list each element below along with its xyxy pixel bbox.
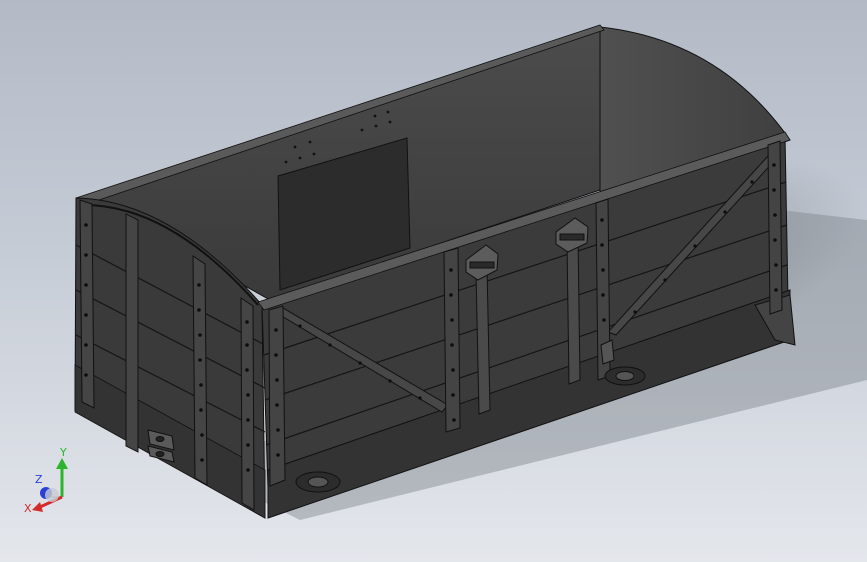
near-stanchion-1 [268,305,286,487]
x-axis-arrow [32,502,43,512]
triad-x-label: X [24,502,32,515]
coordinate-triad[interactable]: Y Z X [20,440,80,520]
y-axis-arrow [56,458,68,469]
door-strap-right [566,235,581,385]
door-strap-left [475,267,491,415]
triad-z-label: Z [35,473,43,486]
triad-y-label: Y [59,446,67,459]
cad-viewport[interactable]: Y Z X [0,0,867,562]
near-stanchion-4 [767,140,783,315]
left-end-stanchion-2 [125,213,139,453]
door-latch [600,339,615,365]
wagon-model[interactable] [0,0,867,562]
left-end-stanchion-1 [79,199,95,409]
left-end-stanchion-4 [240,297,255,511]
near-stanchion-2 [443,247,461,433]
left-end-stanchion-3 [192,255,208,486]
